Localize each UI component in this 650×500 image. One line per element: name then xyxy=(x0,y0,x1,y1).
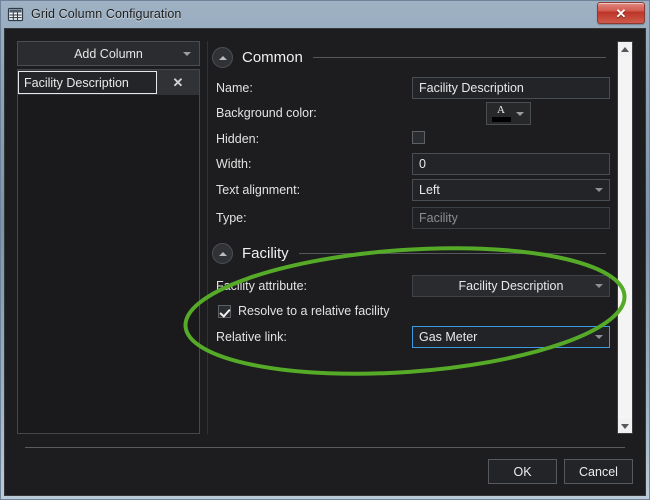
hidden-checkbox[interactable] xyxy=(412,131,425,144)
close-icon: ✕ xyxy=(172,74,184,90)
chevron-down-icon[interactable] xyxy=(183,51,191,56)
resolve-relative-facility-checkbox[interactable] xyxy=(218,305,231,318)
list-item[interactable]: Facility Description ✕ xyxy=(18,70,199,95)
chevron-down-icon[interactable] xyxy=(595,284,603,288)
facility-attribute-value: Facility Description xyxy=(458,279,564,293)
background-color-picker[interactable]: A xyxy=(486,102,531,125)
scroll-up-arrow-icon[interactable] xyxy=(618,42,632,56)
relative-link-dropdown[interactable]: Gas Meter xyxy=(412,326,610,348)
close-icon: ✕ xyxy=(615,5,627,21)
chevron-down-icon[interactable] xyxy=(595,188,603,192)
type-label: Type: xyxy=(216,211,247,225)
properties-scroll-content: Common Name: Facility Description Backgr… xyxy=(208,41,614,434)
properties-scrollbar[interactable] xyxy=(617,41,633,434)
cancel-button[interactable]: Cancel xyxy=(564,459,633,484)
resolve-relative-facility-label[interactable]: Resolve to a relative facility xyxy=(238,304,389,318)
chevron-up-icon xyxy=(218,251,227,256)
text-alignment-dropdown[interactable]: Left xyxy=(412,179,610,201)
name-label: Name: xyxy=(216,81,253,95)
title-bar: Grid Column Configuration ✕ xyxy=(0,0,650,28)
relative-link-label: Relative link: xyxy=(216,330,287,344)
dialog-window: Grid Column Configuration ✕ Add Column F… xyxy=(0,0,650,500)
section-title-common: Common xyxy=(242,49,303,66)
section-divider xyxy=(312,57,606,58)
background-color-label: Background color: xyxy=(216,106,317,120)
type-input: Facility xyxy=(412,207,610,229)
hidden-label: Hidden: xyxy=(216,132,260,146)
section-divider xyxy=(298,253,606,254)
column-list-box[interactable]: Facility Description ✕ xyxy=(17,69,200,434)
font-color-icon: A xyxy=(489,105,513,122)
width-label: Width: xyxy=(216,157,252,171)
section-header-common: Common xyxy=(212,47,610,68)
facility-attribute-label: Facility attribute: xyxy=(216,279,308,293)
text-alignment-value: Left xyxy=(419,183,440,197)
chevron-down-icon[interactable] xyxy=(516,111,524,116)
scrollbar-thumb[interactable] xyxy=(618,56,632,419)
name-input[interactable]: Facility Description xyxy=(412,77,610,99)
grid-table-icon xyxy=(7,6,24,23)
color-swatch xyxy=(491,117,511,122)
scroll-down-arrow-icon[interactable] xyxy=(618,419,632,433)
remove-column-button[interactable]: ✕ xyxy=(157,70,199,95)
dialog-client-area: Add Column Facility Description ✕ Common… xyxy=(4,28,646,496)
color-glyph-letter: A xyxy=(497,104,505,116)
window-title: Grid Column Configuration xyxy=(31,7,182,21)
section-title-facility: Facility xyxy=(242,245,289,262)
properties-pane: Common Name: Facility Description Backgr… xyxy=(207,41,633,434)
relative-link-value: Gas Meter xyxy=(419,330,478,344)
collapse-facility-button[interactable] xyxy=(212,243,233,264)
width-input[interactable]: 0 xyxy=(412,153,610,175)
footer-divider xyxy=(25,447,625,448)
chevron-down-icon[interactable] xyxy=(595,335,603,339)
chevron-up-icon xyxy=(218,55,227,60)
facility-attribute-dropdown[interactable]: Facility Description xyxy=(412,275,610,297)
close-button[interactable]: ✕ xyxy=(597,2,645,24)
collapse-common-button[interactable] xyxy=(212,47,233,68)
ok-button[interactable]: OK xyxy=(488,459,557,484)
add-column-label: Add Column xyxy=(74,46,143,61)
column-list-panel: Add Column Facility Description ✕ xyxy=(17,41,200,434)
section-header-facility: Facility xyxy=(212,243,610,264)
column-name-input[interactable]: Facility Description xyxy=(18,71,157,94)
add-column-button[interactable]: Add Column xyxy=(17,41,200,66)
text-alignment-label: Text alignment: xyxy=(216,183,301,197)
